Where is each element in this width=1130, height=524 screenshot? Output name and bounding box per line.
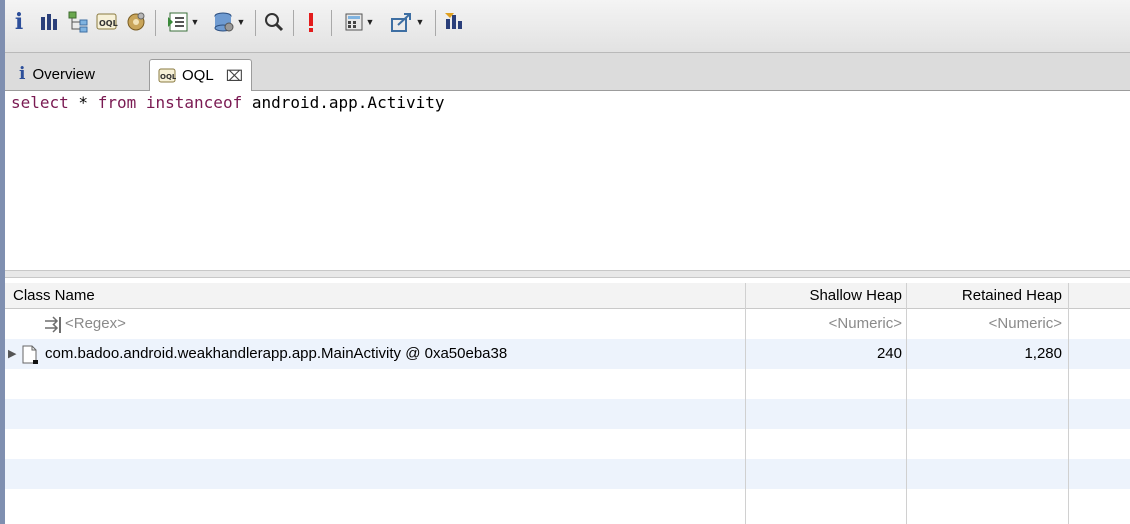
- shallow-heap-cell: 240: [876, 345, 902, 362]
- run-query-icon[interactable]: [441, 8, 467, 36]
- table-row-empty: [5, 429, 1130, 459]
- export-icon[interactable]: ▼: [385, 8, 429, 36]
- expand-arrow-icon[interactable]: ▶: [8, 339, 16, 369]
- column-header-retained-heap[interactable]: Retained Heap: [910, 283, 1062, 308]
- class-name-cell: com.badoo.android.weakhandlerapp.app.Mai…: [45, 345, 508, 362]
- query-text: *: [68, 93, 98, 112]
- leak-suspects-icon[interactable]: [299, 8, 323, 36]
- query-keyword: from: [97, 93, 137, 112]
- editor-tabs: i Overview OQL OQL ⌧: [5, 53, 1130, 91]
- heap-dump-icon[interactable]: ▼: [209, 8, 249, 36]
- result-table: Class Name Shallow Heap Retained Heap <R…: [5, 283, 1130, 524]
- calculator-icon[interactable]: ▼: [339, 8, 379, 36]
- column-header-shallow-heap[interactable]: Shallow Heap: [750, 283, 902, 308]
- svg-text:OQL: OQL: [99, 19, 118, 28]
- oql-icon[interactable]: OQL: [95, 8, 119, 36]
- shallow-heap-filter-input[interactable]: <Numeric>: [750, 309, 902, 339]
- oql-icon: OQL: [158, 68, 176, 84]
- filter-icon: [43, 315, 65, 339]
- toolbar-separator: [293, 10, 294, 36]
- query-text: [136, 93, 146, 112]
- search-icon[interactable]: [261, 8, 287, 36]
- column-divider: [906, 283, 907, 524]
- query-keyword: select: [11, 93, 69, 112]
- table-row-empty: [5, 399, 1130, 429]
- table-row-empty: [5, 369, 1130, 399]
- regex-filter-input[interactable]: <Regex>: [65, 309, 126, 339]
- query-browser-icon[interactable]: ▼: [163, 8, 203, 36]
- threads-icon[interactable]: [123, 8, 149, 36]
- info-icon[interactable]: i: [7, 8, 31, 36]
- oql-query-editor[interactable]: select * from instanceof android.app.Act…: [5, 91, 1126, 271]
- tab-label: Overview: [32, 65, 95, 83]
- toolbar: i OQL ▼ ▼ ▼ ▼: [5, 0, 1130, 53]
- svg-text:OQL: OQL: [160, 73, 176, 81]
- splitter-sash[interactable]: [5, 270, 1130, 278]
- dominator-tree-icon[interactable]: [65, 8, 91, 36]
- query-text: android.app.Activity: [242, 93, 445, 112]
- tab-label: OQL: [182, 67, 214, 84]
- table-header: Class Name Shallow Heap Retained Heap: [5, 283, 1130, 309]
- toolbar-separator: [331, 10, 332, 36]
- column-divider: [1068, 283, 1069, 524]
- table-row-empty: [5, 489, 1130, 519]
- column-header-class-name[interactable]: Class Name: [13, 283, 743, 308]
- tab-overview[interactable]: i Overview: [11, 59, 103, 89]
- filter-row: <Regex> <Numeric> <Numeric>: [5, 309, 1130, 339]
- toolbar-separator: [155, 10, 156, 36]
- retained-heap-cell: 1,280: [1024, 345, 1062, 362]
- table-row[interactable]: ▶ com.badoo.android.weakhandlerapp.app.M…: [5, 339, 1130, 369]
- table-row-empty: [5, 459, 1130, 489]
- histogram-icon[interactable]: [37, 8, 61, 36]
- column-divider: [745, 283, 746, 524]
- retained-heap-filter-input[interactable]: <Numeric>: [910, 309, 1062, 339]
- query-keyword: instanceof: [145, 93, 243, 112]
- close-icon[interactable]: ⌧: [226, 67, 243, 85]
- object-icon: [21, 345, 41, 369]
- info-icon: i: [19, 64, 26, 84]
- tab-oql[interactable]: OQL OQL ⌧: [149, 59, 252, 91]
- toolbar-separator: [435, 10, 436, 36]
- toolbar-separator: [255, 10, 256, 36]
